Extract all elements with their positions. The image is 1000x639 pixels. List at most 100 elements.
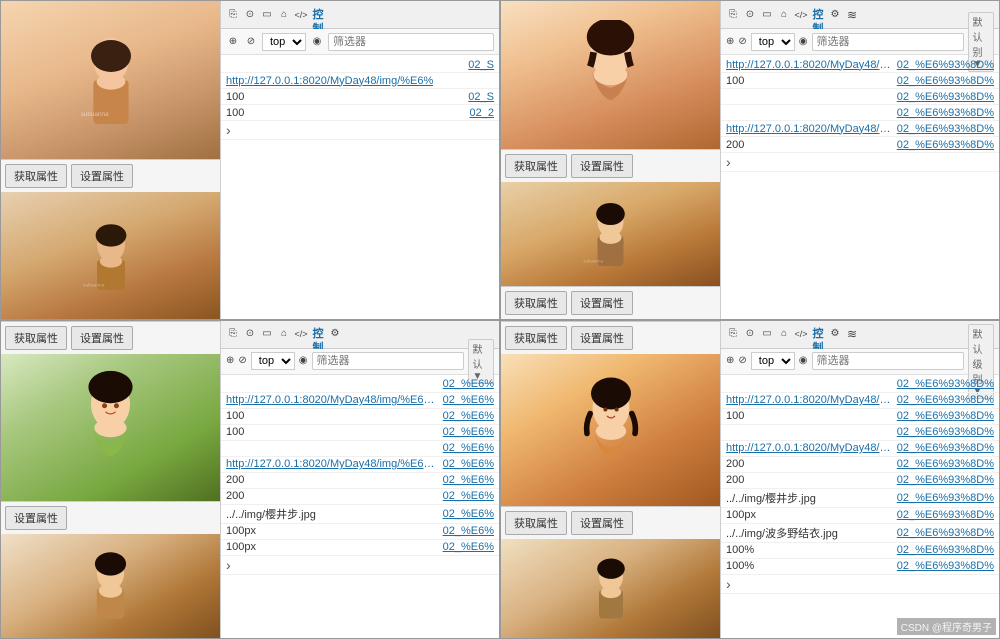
right-tr-2[interactable]: 02_%E6%93%8D% bbox=[897, 91, 994, 103]
chevron-row-bl[interactable]: › bbox=[221, 556, 499, 575]
home-icon-br[interactable]: ⌂ bbox=[777, 327, 791, 341]
wifi-icon-tr[interactable]: ≋ bbox=[845, 8, 859, 22]
settings-icon-tr[interactable]: ⚙ bbox=[828, 8, 842, 22]
r-br-0[interactable]: 02_%E6%93%8D% bbox=[897, 378, 994, 390]
code-icon-br[interactable]: </> bbox=[794, 327, 808, 341]
home-icon-tl[interactable]: ⌂ bbox=[277, 8, 291, 22]
r-bl-9[interactable]: 02_%E6% bbox=[443, 525, 494, 537]
r-br-8[interactable]: 02_%E6%93%8D% bbox=[897, 509, 994, 521]
set-attr-btn-br[interactable]: 设置属性 bbox=[571, 326, 633, 350]
r-bl-4[interactable]: 02_%E6% bbox=[443, 442, 494, 454]
right-tr-4[interactable]: 02_%E6%93%8D% bbox=[897, 123, 994, 135]
set-attr-btn-tr2[interactable]: 设置属性 bbox=[571, 291, 633, 315]
r-br-3[interactable]: 02_%E6%93%8D% bbox=[897, 426, 994, 438]
filter-input-tr[interactable] bbox=[812, 33, 964, 51]
eye-icon-tr[interactable]: ◉ bbox=[799, 35, 808, 49]
chevron-row-tr[interactable]: › bbox=[721, 153, 999, 172]
chevron-icon-br[interactable]: › bbox=[726, 576, 731, 592]
inspect-icon-tr[interactable]: ⊙ bbox=[743, 8, 757, 22]
settings-icon-bl[interactable]: ⚙ bbox=[328, 327, 342, 341]
get-attr-btn-tl[interactable]: 获取属性 bbox=[5, 164, 67, 188]
filter-input-tl[interactable] bbox=[328, 33, 494, 51]
set-attr-btn-bl[interactable]: 设置属性 bbox=[71, 326, 133, 350]
link-right-tl-3[interactable]: 02_2 bbox=[470, 107, 494, 119]
inspect-icon-bl[interactable]: ⊙ bbox=[243, 327, 257, 341]
link-right-tl-2[interactable]: 02_S bbox=[468, 91, 494, 103]
copy-icon-tr[interactable]: ⎘ bbox=[726, 8, 740, 22]
code-icon-tl[interactable]: </> bbox=[294, 8, 308, 22]
eye-icon-bl[interactable]: ◉ bbox=[299, 354, 308, 368]
link-left-tl-1[interactable]: http://127.0.0.1:8020/MyDay48/img/%E6% bbox=[226, 75, 433, 87]
wifi-icon-br[interactable]: ≋ bbox=[845, 327, 859, 341]
l-br-4[interactable]: http://127.0.0.1:8020/MyDay48/img/%E6%B6… bbox=[726, 442, 893, 454]
r-bl-8[interactable]: 02_%E6% bbox=[443, 508, 494, 520]
r-br-1[interactable]: 02_%E6%93%8D% bbox=[897, 394, 994, 406]
link-tr-4[interactable]: http://127.0.0.1:8020/MyDay48/img/%E6%93… bbox=[726, 123, 893, 135]
set-attr-btn-bl2[interactable]: 设置属性 bbox=[5, 506, 67, 530]
copy-icon-bl[interactable]: ⎘ bbox=[226, 327, 240, 341]
filter-input-br[interactable] bbox=[812, 352, 964, 370]
r-br-10[interactable]: 02_%E6%93%8D% bbox=[897, 544, 994, 556]
top-select-tl[interactable]: top bbox=[262, 33, 306, 51]
filter-input-bl[interactable] bbox=[312, 352, 464, 370]
get-attr-btn-tr[interactable]: 获取属性 bbox=[505, 154, 567, 178]
set-attr-btn-br2[interactable]: 设置属性 bbox=[571, 511, 633, 535]
right-tr-1[interactable]: 02_%E6%93%8D% bbox=[897, 75, 994, 87]
top-select-br[interactable]: top bbox=[751, 352, 795, 370]
add-icon-tl[interactable]: ⊕ bbox=[226, 35, 240, 49]
rect-icon-br[interactable]: ▭ bbox=[760, 327, 774, 341]
get-attr-btn-bl[interactable]: 获取属性 bbox=[5, 326, 67, 350]
set-attr-btn-tl[interactable]: 设置属性 bbox=[71, 164, 133, 188]
chevron-icon-tr[interactable]: › bbox=[726, 154, 731, 170]
add-icon-bl[interactable]: ⊕ bbox=[226, 354, 234, 368]
copy-icon-br[interactable]: ⎘ bbox=[726, 327, 740, 341]
l-bl-1[interactable]: http://127.0.0.1:8020/MyDay48/img/%E6%A8… bbox=[226, 394, 439, 406]
home-icon-bl[interactable]: ⌂ bbox=[277, 327, 291, 341]
chevron-row-br[interactable]: › bbox=[721, 575, 999, 594]
r-br-11[interactable]: 02_%E6%93%8D% bbox=[897, 560, 994, 572]
chevron-icon-bl[interactable]: › bbox=[226, 557, 231, 573]
inspect-icon-br[interactable]: ⊙ bbox=[743, 327, 757, 341]
set-attr-btn-tr[interactable]: 设置属性 bbox=[571, 154, 633, 178]
r-bl-7[interactable]: 02_%E6% bbox=[443, 490, 494, 502]
copy-icon-tl[interactable]: ⎘ bbox=[226, 8, 240, 22]
link-right-tl-0[interactable]: 02_S bbox=[468, 59, 494, 71]
l-bl-5[interactable]: http://127.0.0.1:8020/MyDay48/img/%E6%B3… bbox=[226, 458, 439, 470]
add-icon-br[interactable]: ⊕ bbox=[726, 354, 734, 368]
get-attr-btn-tr2[interactable]: 获取属性 bbox=[505, 291, 567, 315]
r-br-6[interactable]: 02_%E6%93%8D% bbox=[897, 474, 994, 486]
r-br-7[interactable]: 02_%E6%93%8D% bbox=[897, 492, 994, 504]
console-tab-tl[interactable]: 控制台 bbox=[311, 8, 325, 22]
add-icon-tr[interactable]: ⊕ bbox=[726, 35, 734, 49]
r-br-2[interactable]: 02_%E6%93%8D% bbox=[897, 410, 994, 422]
chevron-icon-tl[interactable]: › bbox=[226, 122, 231, 138]
r-bl-2[interactable]: 02_%E6% bbox=[443, 410, 494, 422]
block-icon-br[interactable]: ⊘ bbox=[738, 354, 746, 368]
r-br-4[interactable]: 02_%E6%93%8D% bbox=[897, 442, 994, 454]
r-bl-10[interactable]: 02_%E6% bbox=[443, 541, 494, 553]
r-bl-3[interactable]: 02_%E6% bbox=[443, 426, 494, 438]
r-bl-5[interactable]: 02_%E6% bbox=[443, 458, 494, 470]
eye-icon-br[interactable]: ◉ bbox=[799, 354, 808, 368]
rect-icon-bl[interactable]: ▭ bbox=[260, 327, 274, 341]
console-tab-bl[interactable]: 控制台 bbox=[311, 327, 325, 341]
eye-icon-tl[interactable]: ◉ bbox=[310, 35, 324, 49]
get-attr-btn-br2[interactable]: 获取属性 bbox=[505, 511, 567, 535]
r-br-5[interactable]: 02_%E6%93%8D% bbox=[897, 458, 994, 470]
rect-icon-tr[interactable]: ▭ bbox=[760, 8, 774, 22]
chevron-row-tl[interactable]: › bbox=[221, 121, 499, 140]
right-tr-0[interactable]: 02_%E6%93%8D% bbox=[897, 59, 994, 71]
right-tr-3[interactable]: 02_%E6%93%8D% bbox=[897, 107, 994, 119]
console-tab-tr[interactable]: 控制台 bbox=[811, 8, 825, 22]
r-br-9[interactable]: 02_%E6%93%8D% bbox=[897, 527, 994, 539]
console-tab-br[interactable]: 控制台 bbox=[811, 327, 825, 341]
link-tr-0[interactable]: http://127.0.0.1:8020/MyDay48/img/%E6%A8… bbox=[726, 59, 893, 71]
block-icon-tl[interactable]: ⊘ bbox=[244, 35, 258, 49]
top-select-bl[interactable]: top bbox=[251, 352, 295, 370]
l-br-1[interactable]: http://127.0.0.1:8020/MyDay48/img/%E6%A8… bbox=[726, 394, 893, 406]
code-icon-bl[interactable]: </> bbox=[294, 327, 308, 341]
r-bl-1[interactable]: 02_%E6% bbox=[443, 394, 494, 406]
home-icon-tr[interactable]: ⌂ bbox=[777, 8, 791, 22]
block-icon-bl[interactable]: ⊘ bbox=[238, 354, 246, 368]
rect-icon-tl[interactable]: ▭ bbox=[260, 8, 274, 22]
